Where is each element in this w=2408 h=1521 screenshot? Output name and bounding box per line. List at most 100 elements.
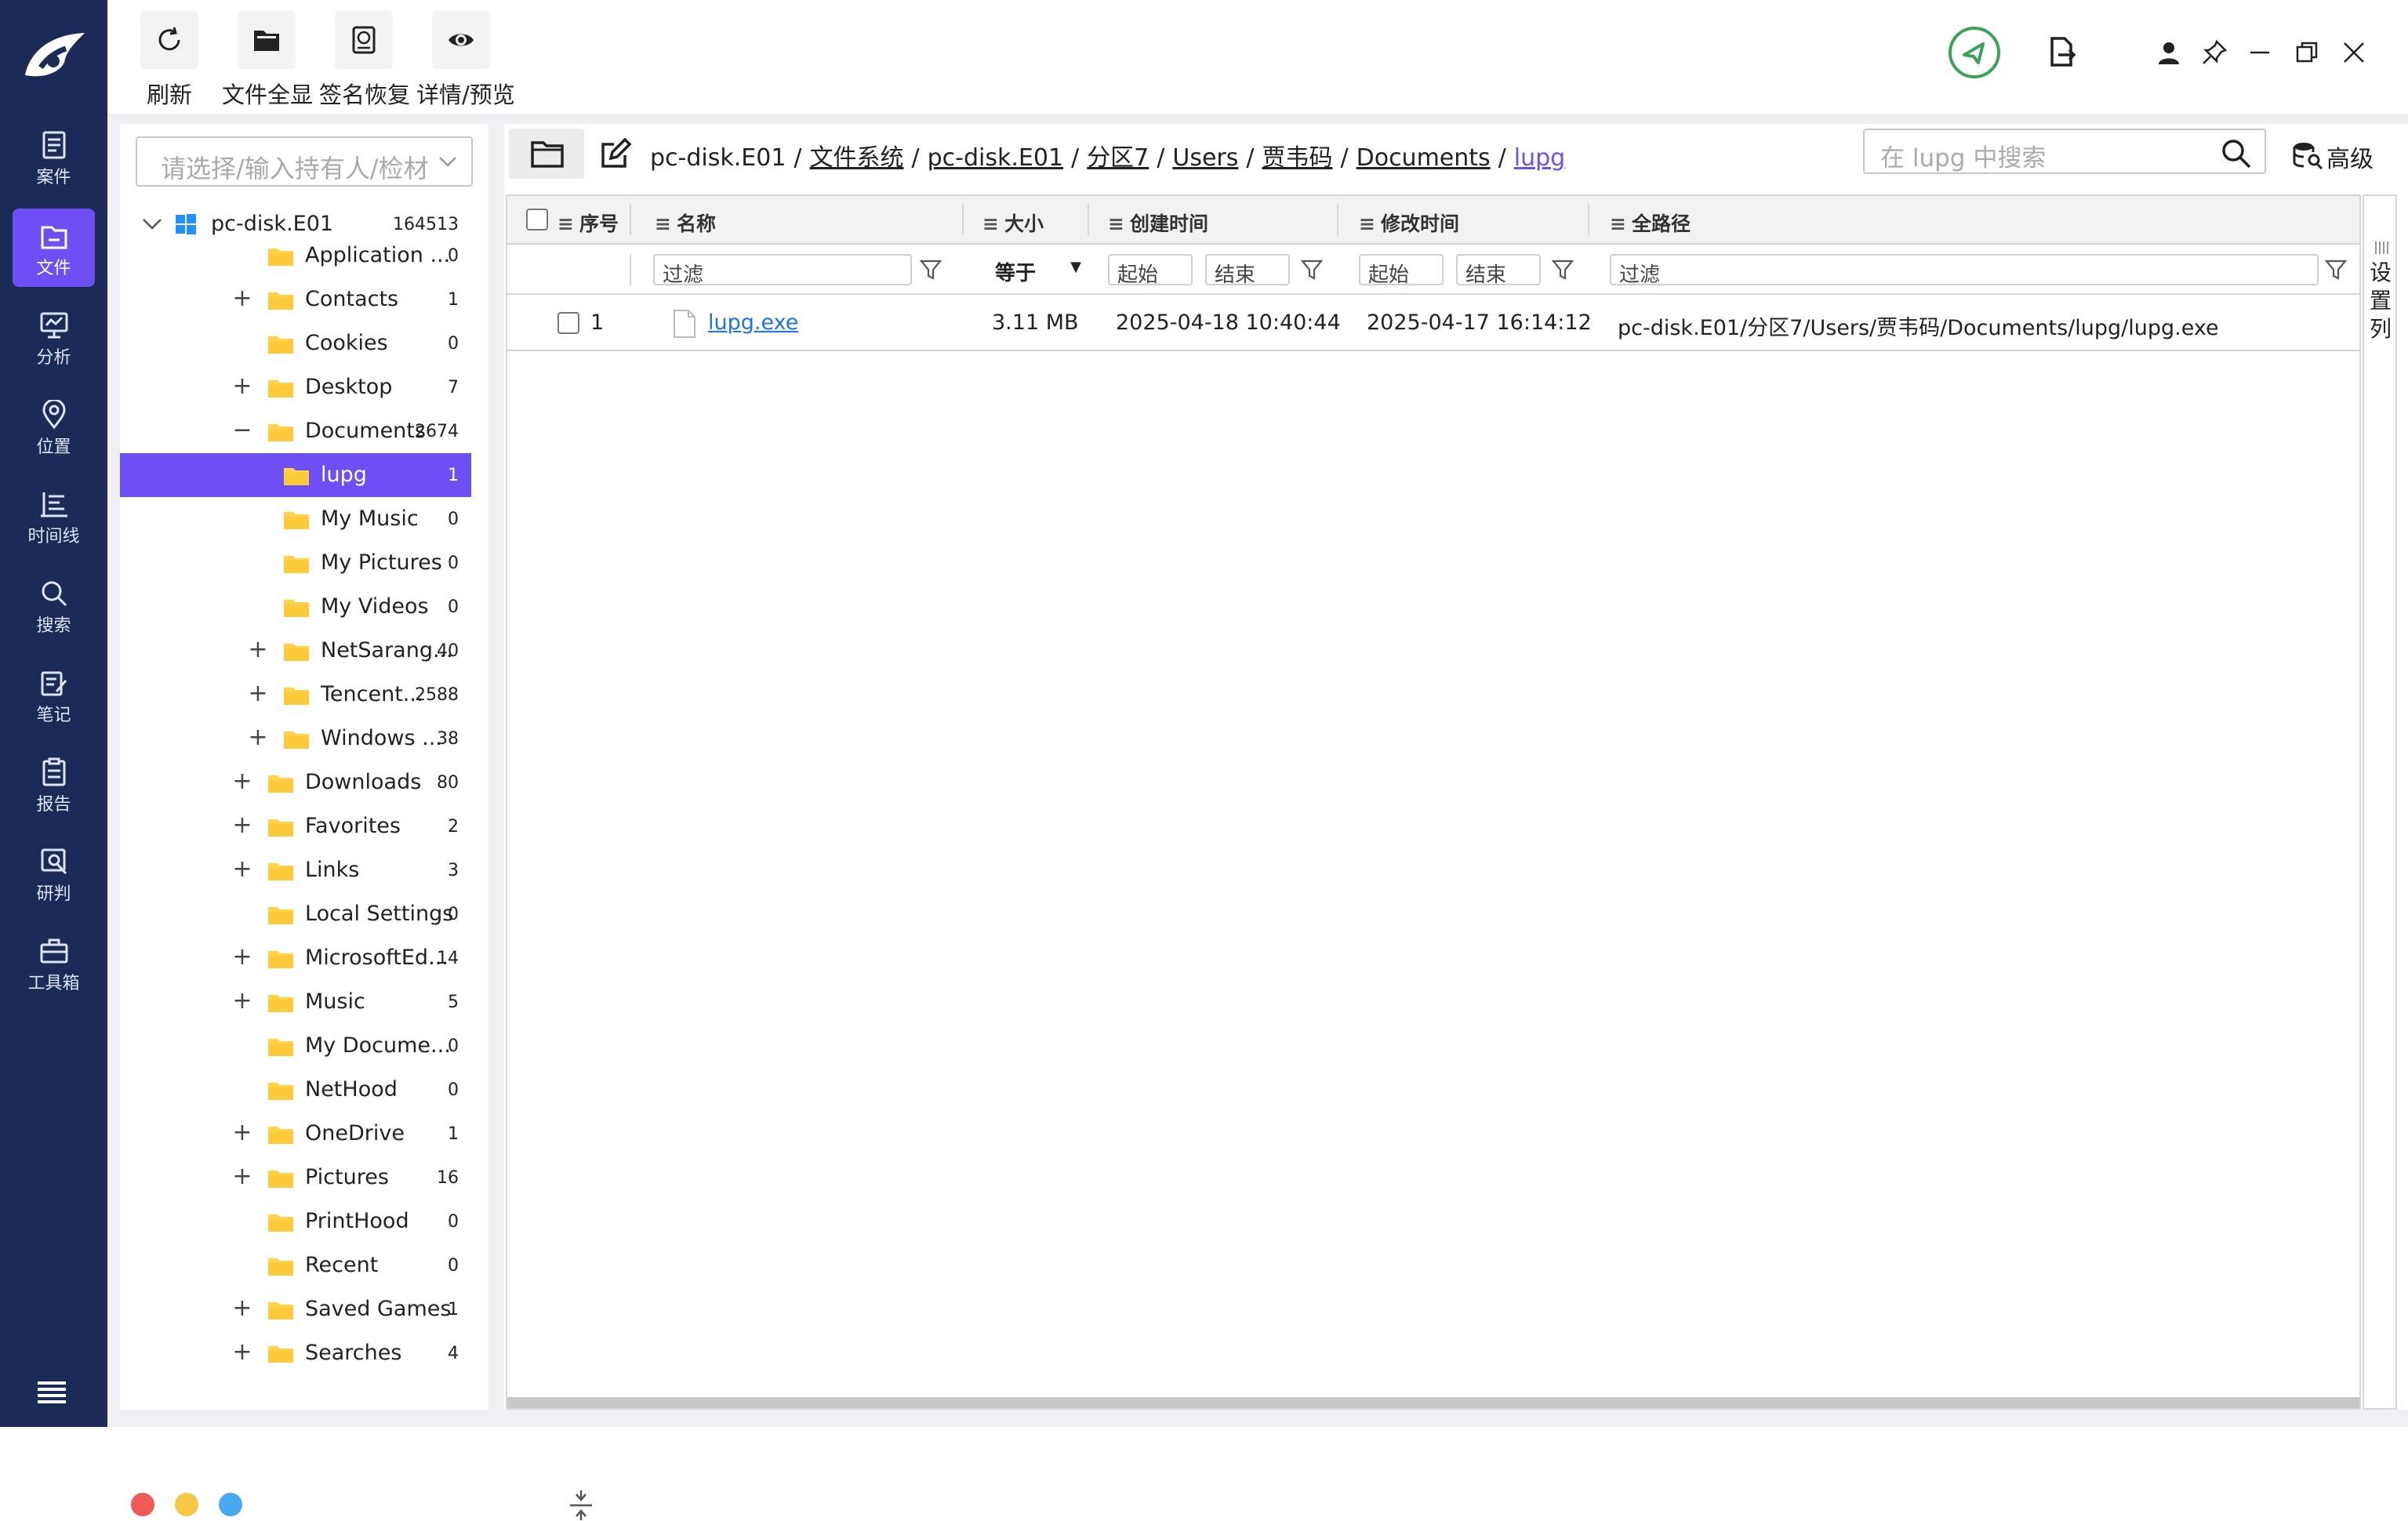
breadcrumb-item[interactable]: Users bbox=[1172, 144, 1238, 172]
breadcrumb-item[interactable]: 分区7 bbox=[1087, 144, 1149, 172]
nav-analysis[interactable]: 分析 bbox=[13, 298, 95, 376]
tree-node[interactable]: Application ... 0 bbox=[120, 234, 471, 278]
expand-icon[interactable]: + bbox=[247, 726, 269, 750]
show-all-files-button[interactable]: 文件全显 bbox=[222, 11, 313, 108]
filter-icon[interactable] bbox=[1552, 259, 1574, 281]
header-index[interactable]: ≡ 序号 bbox=[558, 196, 619, 245]
nav-toolbox[interactable]: 工具箱 bbox=[13, 924, 95, 1002]
filter-icon[interactable] bbox=[920, 259, 942, 281]
nav-location[interactable]: 位置 bbox=[13, 387, 95, 466]
expand-icon[interactable]: + bbox=[231, 814, 253, 837]
tree-node[interactable]: + Downloads 80 bbox=[120, 760, 471, 804]
tree-node[interactable]: + Windows ... 38 bbox=[120, 717, 471, 760]
tree-node[interactable]: + Desktop 7 bbox=[120, 365, 471, 409]
tree-node[interactable]: + OneDrive 1 bbox=[120, 1112, 471, 1156]
column-settings-panel[interactable]: 设置列 bbox=[2363, 194, 2397, 1410]
expand-icon[interactable]: + bbox=[231, 1165, 253, 1189]
tree-node[interactable]: + Favorites 2 bbox=[120, 804, 471, 848]
nav-search[interactable]: 搜索 bbox=[13, 566, 95, 644]
select-all-checkbox[interactable] bbox=[526, 209, 548, 231]
header-size[interactable]: ≡ 大小 bbox=[982, 196, 1044, 245]
expand-icon[interactable]: + bbox=[231, 770, 253, 793]
tree-node[interactable]: Local Settings 0 bbox=[120, 892, 471, 936]
maximize-button[interactable] bbox=[2294, 39, 2320, 66]
close-button[interactable] bbox=[2341, 39, 2367, 66]
tree-node[interactable]: + MicrosoftEd... 14 bbox=[120, 936, 471, 980]
breadcrumb-item[interactable]: pc-disk.E01 bbox=[928, 144, 1063, 172]
tree-node[interactable]: + Searches 4 bbox=[120, 1331, 471, 1363]
expand-icon[interactable]: + bbox=[247, 638, 269, 662]
expand-icon[interactable]: + bbox=[231, 1297, 253, 1320]
breadcrumb-item[interactable]: Documents bbox=[1357, 144, 1491, 172]
tree-node[interactable]: + Music 5 bbox=[120, 980, 471, 1024]
size-operator-select[interactable]: 等于 ▼ bbox=[987, 254, 1089, 285]
horizontal-scrollbar[interactable] bbox=[507, 1397, 2359, 1408]
expand-icon[interactable]: + bbox=[231, 375, 253, 398]
header-name[interactable]: ≡ 名称 bbox=[655, 196, 716, 245]
row-checkbox[interactable] bbox=[558, 312, 579, 334]
tree-node[interactable]: + Links 3 bbox=[120, 848, 471, 892]
expand-icon[interactable]: + bbox=[231, 989, 253, 1013]
modified-end-input[interactable]: 结束 bbox=[1456, 254, 1541, 287]
tree-node[interactable]: + NetSarang... 40 bbox=[120, 629, 471, 673]
tree-node[interactable]: PrintHood 0 bbox=[120, 1200, 471, 1243]
status-button[interactable] bbox=[1947, 25, 2002, 80]
tree-node[interactable]: − Documents 2674 bbox=[120, 409, 471, 453]
breadcrumb-current[interactable]: lupg bbox=[1514, 144, 1565, 172]
red-dot[interactable] bbox=[131, 1493, 154, 1516]
tree-node[interactable]: My Music 0 bbox=[120, 497, 471, 541]
nav-file[interactable]: 文件 bbox=[13, 209, 95, 287]
nav-report[interactable]: 报告 bbox=[13, 745, 95, 823]
tree-node[interactable]: My Videos 0 bbox=[120, 585, 471, 629]
tree-node[interactable]: + Pictures 16 bbox=[120, 1156, 471, 1200]
search-icon[interactable] bbox=[2221, 138, 2252, 169]
minimize-button[interactable] bbox=[2246, 39, 2273, 66]
menu-icon[interactable] bbox=[36, 1380, 67, 1403]
collapse-icon[interactable]: − bbox=[231, 419, 253, 442]
expand-icon[interactable]: + bbox=[247, 682, 269, 706]
nav-timeline[interactable]: 时间线 bbox=[13, 477, 95, 555]
modified-start-input[interactable]: 起始 bbox=[1359, 254, 1444, 287]
tree-node[interactable]: + Contacts 1 bbox=[120, 278, 471, 321]
edit-path-icon[interactable] bbox=[600, 138, 631, 169]
expand-icon[interactable]: + bbox=[231, 287, 253, 310]
name-filter-input[interactable]: 过滤 bbox=[653, 254, 912, 287]
expand-icon[interactable]: + bbox=[231, 1121, 253, 1145]
filter-icon[interactable] bbox=[1301, 259, 1323, 281]
created-end-input[interactable]: 结束 bbox=[1205, 254, 1290, 287]
user-button[interactable] bbox=[2156, 39, 2182, 66]
breadcrumb-item[interactable]: 贾韦码 bbox=[1262, 144, 1333, 172]
nav-case[interactable]: 案件 bbox=[13, 118, 95, 196]
tree-node[interactable]: NetHood 0 bbox=[120, 1068, 471, 1112]
refresh-button[interactable]: 刷新 bbox=[140, 11, 198, 108]
nav-judge[interactable]: 研判 bbox=[13, 834, 95, 913]
row-name-link[interactable]: lupg.exe bbox=[708, 310, 798, 335]
blue-dot[interactable] bbox=[219, 1493, 242, 1516]
breadcrumb-item[interactable]: pc-disk.E01 bbox=[650, 144, 786, 172]
expand-icon[interactable]: + bbox=[231, 1341, 253, 1363]
breadcrumb-item[interactable]: 文件系统 bbox=[810, 144, 904, 172]
search-input[interactable]: 在 lupg 中搜索 bbox=[1863, 129, 2266, 174]
tree-node[interactable]: Recent 0 bbox=[120, 1243, 471, 1287]
pin-button[interactable] bbox=[2201, 39, 2228, 66]
expand-collapse-icon[interactable] bbox=[567, 1490, 595, 1521]
signature-recovery-button[interactable]: 签名恢复 bbox=[319, 11, 410, 108]
preview-button[interactable]: 详情/预览 bbox=[416, 11, 515, 108]
tree-node[interactable]: + Tencent... 2588 bbox=[120, 673, 471, 717]
table-row[interactable]: 1 lupg.exe 3.11 MB 2025-04-18 10:40:44 2… bbox=[507, 296, 2359, 351]
tree-node[interactable]: lupg 1 bbox=[120, 453, 471, 497]
expand-icon[interactable]: + bbox=[231, 946, 253, 969]
export-button[interactable] bbox=[2046, 36, 2077, 67]
filter-icon[interactable] bbox=[2325, 259, 2347, 281]
expand-icon[interactable]: + bbox=[231, 858, 253, 881]
created-start-input[interactable]: 起始 bbox=[1108, 254, 1193, 287]
folder-view-button[interactable] bbox=[509, 129, 584, 179]
header-path[interactable]: ≡ 全路径 bbox=[1610, 196, 1691, 245]
tree-node[interactable]: My Docume... 0 bbox=[120, 1024, 471, 1068]
tree-node[interactable]: Cookies 0 bbox=[120, 321, 471, 365]
tree-node[interactable]: + Saved Games 1 bbox=[120, 1287, 471, 1331]
yellow-dot[interactable] bbox=[175, 1493, 198, 1516]
path-filter-input[interactable]: 过滤 bbox=[1610, 254, 2319, 287]
header-created[interactable]: ≡ 创建时间 bbox=[1108, 196, 1208, 245]
nav-note[interactable]: 笔记 bbox=[13, 655, 95, 734]
